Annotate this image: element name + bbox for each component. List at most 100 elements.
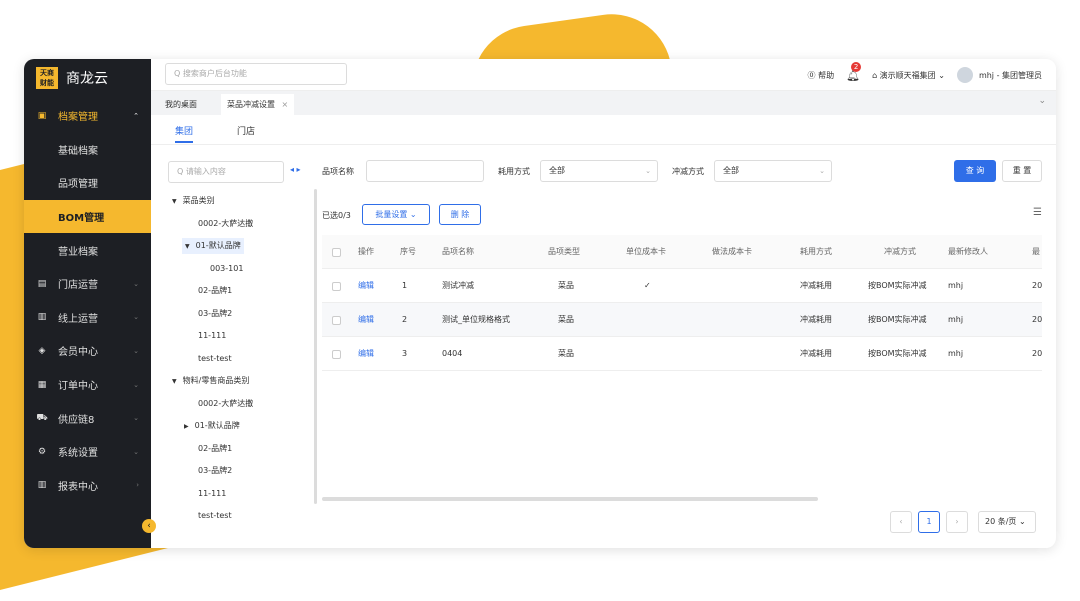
chevron-down-icon[interactable]: ⌄ <box>1038 96 1046 106</box>
sidebar-item-supply-chain[interactable]: ⛟ 供应链8 ⌄ <box>24 401 151 435</box>
tree-node-label: 11-111 <box>198 488 227 498</box>
next-page-button[interactable]: › <box>946 511 968 533</box>
offset-value: 全部 <box>723 166 739 175</box>
tree-node-label: 11-111 <box>198 331 227 340</box>
tree-node-label: 03-品牌2 <box>198 308 233 318</box>
order-icon: ▦ <box>37 379 47 390</box>
column-header: 冲减方式 <box>884 247 916 256</box>
edit-link[interactable]: 编辑 <box>358 269 374 303</box>
tree-node[interactable]: test-test <box>198 351 232 367</box>
cell-more: 20 <box>1032 315 1042 324</box>
tab-dish-offset-settings[interactable]: 菜品冲减设置 × <box>221 94 295 115</box>
sidebar-item-item-management[interactable]: 品项管理 <box>24 166 151 200</box>
cell-consume: 冲减耗用 <box>800 315 832 324</box>
batch-settings-button[interactable]: 批量设置 ⌄ <box>362 204 430 225</box>
tree-node[interactable]: 003-101 <box>210 261 243 277</box>
tree-node[interactable]: test-test <box>198 508 232 518</box>
archive-icon: ▣ <box>37 110 47 121</box>
row-checkbox[interactable] <box>332 350 341 359</box>
column-settings-icon[interactable]: ☰ <box>1033 207 1042 218</box>
cell-modifier: mhj <box>948 315 964 324</box>
tree-search-input[interactable]: Q 请输入内容 <box>168 161 284 183</box>
sidebar-item-basic-archive[interactable]: 基础档案 <box>24 133 151 167</box>
column-header: 最新修改人 <box>948 247 988 256</box>
tree-node[interactable]: 03-品牌2 <box>198 463 232 479</box>
sidebar-item-system-settings[interactable]: ⚙ 系统设置 ⌄ <box>24 435 151 469</box>
app-window: 天商 财能 商龙云 ▣ 档案管理 ⌃ 基础档案 品项管理 BOM管理 营业档案 … <box>24 59 1056 548</box>
tree-node[interactable]: 03-品牌2 <box>198 306 232 322</box>
bell-icon[interactable]: 🔔︎ 2 <box>846 61 862 82</box>
consume-value: 全部 <box>549 166 565 175</box>
consume-label: 耗用方式 <box>498 167 530 176</box>
logo-mark-line1: 天商 <box>40 69 54 77</box>
tree-node[interactable]: 0002-大萨达撒 <box>198 216 253 232</box>
tree-node[interactable]: ▼ 菜品类别 <box>172 193 215 209</box>
cell-offset: 按BOM实际冲减 <box>868 349 927 358</box>
close-icon[interactable]: × <box>282 100 289 109</box>
sidebar-item-business-archive[interactable]: 营业档案 <box>24 233 151 267</box>
tree-node-label: 02-品牌1 <box>198 286 233 295</box>
consume-select[interactable]: 全部 ⌄ <box>540 160 658 182</box>
sidebar-item-archive[interactable]: ▣ 档案管理 ⌃ <box>24 99 151 133</box>
sidebar-item-member[interactable]: ◈ 会员中心 ⌄ <box>24 334 151 368</box>
tree-node[interactable]: 11-111 <box>198 486 226 502</box>
page-number-button[interactable]: 1 <box>918 511 940 533</box>
cell-item-type: 菜品 <box>558 281 574 290</box>
tree-node[interactable]: ▼ 01-默认品牌 <box>182 238 244 254</box>
cell-item-name: 测试冲减 <box>442 281 474 290</box>
cell-item-name: 0404 <box>442 349 463 358</box>
tree-node[interactable]: 02-品牌1 <box>198 441 232 457</box>
subtab-group[interactable]: 集团 <box>175 124 194 143</box>
global-search-input[interactable]: Q 搜索商户后台功能 <box>165 63 347 85</box>
tab-desktop[interactable]: 我的桌面 <box>159 94 203 115</box>
sidebar-item-store-ops[interactable]: ▤ 门店运营 ⌄ <box>24 267 151 301</box>
collapse-sidebar-button[interactable]: ‹ <box>142 519 156 533</box>
tree-node-label: 0002-大萨达撒 <box>198 218 254 228</box>
table-horizontal-scrollbar[interactable] <box>322 497 818 501</box>
page-size-select[interactable]: 20 条/页 ⌄ <box>978 511 1036 533</box>
tree-node[interactable]: 11-111 <box>198 328 226 344</box>
tree-node[interactable]: 0002-大萨达撒 <box>198 396 253 412</box>
caret-down-icon: ▼ <box>172 378 177 385</box>
tree-node-label: 02-品牌1 <box>198 443 233 453</box>
tree-node[interactable]: 02-品牌1 <box>198 283 232 299</box>
avatar[interactable] <box>956 67 973 83</box>
column-header: 单位成本卡 <box>626 247 666 256</box>
sidebar-menu: ▣ 档案管理 ⌃ 基础档案 品项管理 BOM管理 营业档案 ▤ 门店运营 ⌄ ▥… <box>24 99 151 502</box>
cell-consume: 冲减耗用 <box>800 281 832 290</box>
cell-more: 20 <box>1032 281 1042 290</box>
sidebar-item-bom[interactable]: BOM管理 <box>24 199 151 234</box>
sidebar-item-orders[interactable]: ▦ 订单中心 ⌄ <box>24 368 151 402</box>
org-switcher[interactable]: ⌂ 演示顺天福集团 ⌄ <box>872 70 945 81</box>
sidebar-item-reports[interactable]: ▥ 报表中心 › <box>24 469 151 503</box>
row-checkbox[interactable] <box>332 282 341 291</box>
tree-collapse-arrows[interactable]: ◂ ▸ <box>290 165 301 174</box>
tree-scrollbar[interactable] <box>314 189 317 504</box>
help-link[interactable]: ⓪ 帮助 <box>808 70 835 81</box>
edit-link[interactable]: 编辑 <box>358 303 374 337</box>
stage: 天商 财能 商龙云 ▣ 档案管理 ⌃ 基础档案 品项管理 BOM管理 营业档案 … <box>0 0 1080 601</box>
delete-button[interactable]: 删 除 <box>439 204 481 225</box>
tree-node[interactable]: ▼ 物料/零售商品类别 <box>172 373 249 389</box>
tree-node[interactable]: ▶ 01-默认品牌 <box>184 418 240 434</box>
table-row: 编辑 3 0404 菜品 冲减耗用 按BOM实际冲减 mhj 20 <box>322 337 1042 371</box>
query-button[interactable]: 查 询 <box>954 160 996 182</box>
sidebar-item-online-ops[interactable]: ▥ 线上运营 ⌄ <box>24 301 151 335</box>
subtab-store[interactable]: 门店 <box>237 124 255 137</box>
select-all-checkbox[interactable] <box>332 248 341 257</box>
check-icon: ✓ <box>644 281 651 290</box>
tree-node-label: 菜品类别 <box>182 196 215 205</box>
cell-item-type: 菜品 <box>558 315 574 324</box>
pagination: ‹ 1 › 20 条/页 ⌄ <box>884 511 1036 533</box>
chevron-down-icon: ⌄ <box>645 167 651 175</box>
edit-link[interactable]: 编辑 <box>358 337 374 371</box>
sidebar-item-label: 供应链8 <box>58 414 95 426</box>
offset-select[interactable]: 全部 ⌄ <box>714 160 832 182</box>
prev-page-button[interactable]: ‹ <box>890 511 912 533</box>
item-name-input[interactable] <box>366 160 484 182</box>
column-header: 最 <box>1032 247 1040 256</box>
chevron-down-icon: ⌄ <box>133 346 139 355</box>
reset-button[interactable]: 重 置 <box>1002 160 1042 182</box>
user-menu[interactable]: mhj - 集团管理员 <box>979 70 1042 81</box>
row-checkbox[interactable] <box>332 316 341 325</box>
